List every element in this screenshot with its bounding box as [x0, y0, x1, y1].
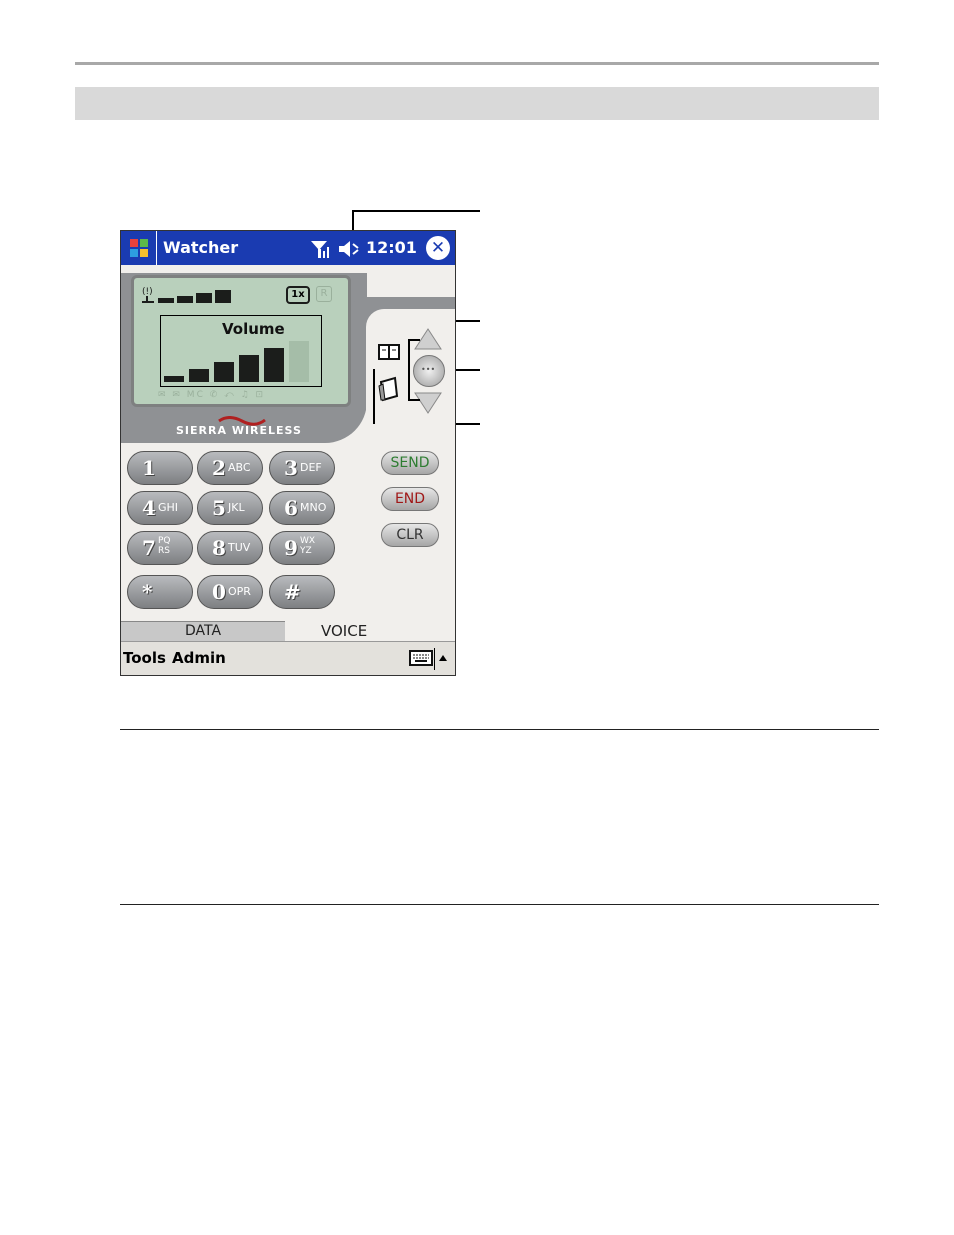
icons-callout-bracket [373, 369, 375, 424]
input-panel-arrow-icon[interactable] [437, 652, 449, 664]
key-star[interactable]: * [127, 575, 193, 609]
key-digit: # [284, 580, 301, 604]
send-label: SEND [390, 455, 430, 471]
key-4[interactable]: 4 GHI [127, 491, 193, 525]
volume-down-arrow-icon[interactable] [411, 389, 445, 415]
key-7[interactable]: 7 PQ RS [127, 531, 193, 565]
key-2[interactable]: 2 ABC [197, 451, 263, 485]
bracket-top [408, 339, 420, 341]
top-rule [75, 62, 879, 65]
key-digit: 8 [212, 536, 226, 560]
key-digit: 9 [284, 536, 298, 560]
menu-divider [434, 648, 435, 670]
key-8[interactable]: 8 TUV [197, 531, 263, 565]
signal-icon[interactable] [309, 239, 331, 259]
key-letters: ABC [228, 461, 251, 474]
status-icons-row: ✉ ✉ MC ✆ ⤺ ♫ ⊡ [158, 390, 266, 400]
end-button[interactable]: END [381, 487, 439, 511]
action-center-icon: ••• [421, 365, 436, 374]
bracket-bottom [408, 399, 420, 401]
key-digit: 1 [142, 456, 156, 480]
close-icon: ✕ [430, 238, 446, 258]
key-5[interactable]: 5 JKL [197, 491, 263, 525]
section-rule-2 [120, 904, 879, 905]
key-letters: TUV [228, 541, 251, 554]
key-digit: 7 [142, 536, 156, 560]
start-button[interactable] [121, 231, 157, 265]
clock[interactable]: 12:01 [366, 238, 417, 257]
close-button[interactable]: ✕ [426, 236, 450, 260]
tab-data[interactable]: DATA [121, 621, 285, 641]
key-letters: JKL [228, 501, 245, 514]
key-letters: PQ RS [158, 536, 171, 556]
key-digit: 6 [284, 496, 298, 520]
callout-line-speaker [352, 210, 480, 212]
phonebook-icon[interactable] [378, 343, 402, 361]
key-letters: GHI [158, 501, 179, 514]
key-6[interactable]: 6 MNO [269, 491, 335, 525]
key-letters: OPR [228, 585, 251, 598]
speaker-icon[interactable] [337, 239, 361, 259]
key-digit: 0 [212, 580, 226, 604]
window-title: Watcher [163, 238, 239, 257]
key-digit: 4 [142, 496, 156, 520]
keyboard-icon[interactable] [409, 649, 433, 667]
brand-logo-swoosh [217, 411, 267, 426]
key-0[interactable]: 0 OPR [197, 575, 263, 609]
header-bar [75, 87, 879, 120]
menu-admin[interactable]: Admin [172, 649, 226, 667]
menu-tools[interactable]: Tools [123, 649, 166, 667]
key-digit: 2 [212, 456, 226, 480]
key-letters: WX YZ [300, 536, 316, 556]
device-screen: Watcher 12:01 ✕ (!) 1x R Volume ✉ ✉ MC ✆… [120, 230, 456, 676]
menu-bar: Tools Admin [121, 641, 455, 675]
keypad: 1 2 ABC 3 DEF 4 GHI 5 JKL 6 MNO 7 PQ RS 8 TUV 9 WX YZ * 0 O… [121, 231, 335, 609]
clr-label: CLR [396, 527, 424, 543]
send-button[interactable]: SEND [381, 451, 439, 475]
windows-flag-icon [130, 239, 148, 257]
key-digit: * [142, 580, 153, 604]
clr-button[interactable]: CLR [381, 523, 439, 547]
end-label: END [394, 491, 426, 507]
brand-label: SIERRA WIRELESS [176, 424, 302, 437]
mode-tabs: DATA VOICE [121, 621, 455, 641]
key-9[interactable]: 9 WX YZ [269, 531, 335, 565]
bracket-line [408, 339, 410, 401]
key-1[interactable]: 1 [127, 451, 193, 485]
key-digit: 3 [284, 456, 298, 480]
tab-voice[interactable]: VOICE [321, 621, 367, 641]
notes-icon[interactable] [377, 376, 401, 402]
key-hash[interactable]: # [269, 575, 335, 609]
key-letters: MNO [300, 501, 327, 514]
action-center-button[interactable]: ••• [413, 355, 445, 387]
section-rule-1 [120, 729, 879, 730]
key-3[interactable]: 3 DEF [269, 451, 335, 485]
title-bar: Watcher 12:01 ✕ [121, 231, 455, 265]
key-letters: DEF [300, 461, 322, 474]
volume-callout-box [160, 315, 322, 387]
key-digit: 5 [212, 496, 226, 520]
